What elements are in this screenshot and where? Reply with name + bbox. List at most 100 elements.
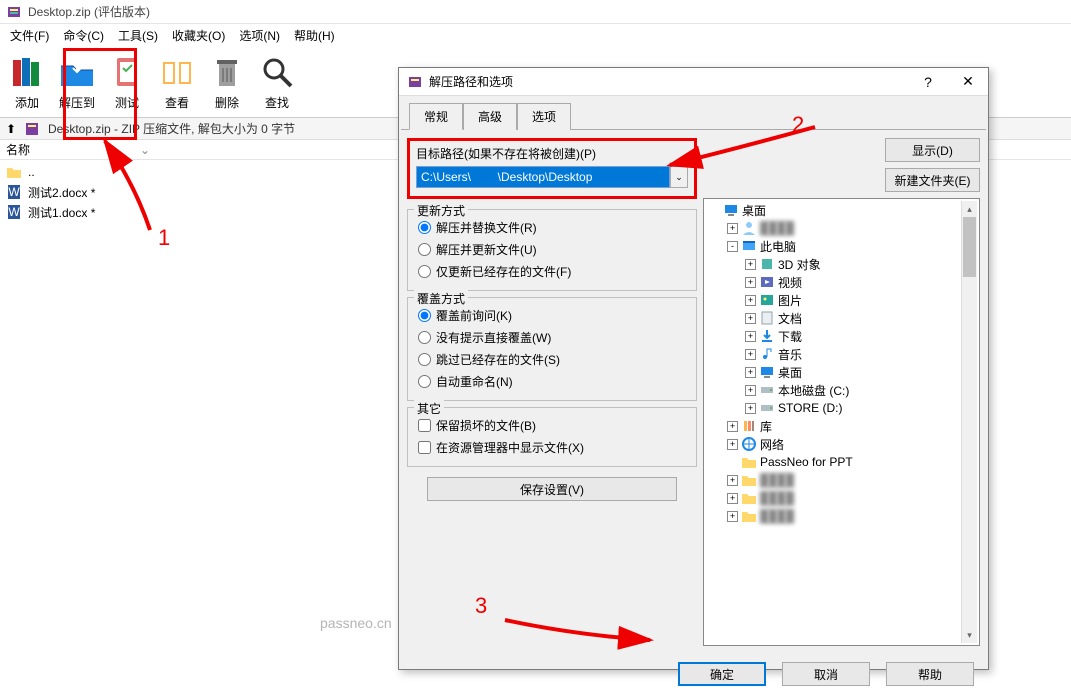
- expand-icon[interactable]: +: [745, 277, 756, 288]
- scrollbar[interactable]: ▴ ▾: [961, 201, 977, 643]
- help-icon[interactable]: ?: [908, 74, 948, 90]
- expand-icon[interactable]: -: [727, 241, 738, 252]
- clipboard-icon: [107, 52, 147, 92]
- video-icon: [759, 274, 775, 290]
- extract-to-button[interactable]: 解压到: [52, 47, 102, 117]
- user-icon: [741, 220, 757, 236]
- tree-item[interactable]: +████: [706, 471, 977, 489]
- tree-item-label: ████: [760, 509, 794, 523]
- check-keep-broken[interactable]: 保留损坏的文件(B): [418, 414, 686, 436]
- new-folder-button[interactable]: 新建文件夹(E): [885, 168, 980, 192]
- tab-general[interactable]: 常规: [409, 103, 463, 130]
- tab-options[interactable]: 选项: [517, 103, 571, 130]
- col-name[interactable]: 名称: [6, 141, 30, 158]
- ok-button[interactable]: 确定: [678, 662, 766, 686]
- search-icon: [257, 52, 297, 92]
- expand-icon[interactable]: +: [745, 385, 756, 396]
- tab-advanced[interactable]: 高级: [463, 103, 517, 130]
- tree-item[interactable]: +STORE (D:): [706, 399, 977, 417]
- tree-item[interactable]: +库: [706, 417, 977, 435]
- tree-item-label: 音乐: [778, 346, 802, 363]
- expand-icon[interactable]: +: [745, 349, 756, 360]
- expand-icon[interactable]: +: [727, 439, 738, 450]
- expand-icon[interactable]: +: [745, 259, 756, 270]
- expand-icon[interactable]: +: [745, 403, 756, 414]
- expand-icon[interactable]: +: [745, 295, 756, 306]
- trash-icon: [207, 52, 247, 92]
- tree-item-label: 下载: [778, 328, 802, 345]
- lib-icon: [741, 418, 757, 434]
- sort-indicator: ⌄: [140, 143, 150, 157]
- close-icon[interactable]: ✕: [948, 73, 988, 90]
- tree-item[interactable]: + 下载: [706, 327, 977, 345]
- path-dropdown[interactable]: ⌄: [670, 166, 688, 188]
- radio-overwrite-silent[interactable]: 没有提示直接覆盖(W): [418, 326, 686, 348]
- radio-extract-update[interactable]: 解压并更新文件(U): [418, 238, 686, 260]
- tree-item-label: PassNeo for PPT: [760, 455, 853, 469]
- tree-item-label: 本地磁盘 (C:): [778, 382, 849, 399]
- save-settings-button[interactable]: 保存设置(V): [427, 477, 677, 501]
- tree-item[interactable]: PassNeo for PPT: [706, 453, 977, 471]
- tree-item[interactable]: + 音乐: [706, 345, 977, 363]
- cancel-button[interactable]: 取消: [782, 662, 870, 686]
- expand-icon[interactable]: +: [727, 223, 738, 234]
- tree-item[interactable]: +视频: [706, 273, 977, 291]
- radio-auto-rename[interactable]: 自动重命名(N): [418, 370, 686, 392]
- menu-favorites[interactable]: 收藏夹(O): [166, 25, 231, 46]
- tree-item[interactable]: +3D 对象: [706, 255, 977, 273]
- winrar-icon: [6, 4, 22, 20]
- up-icon[interactable]: ⬆: [6, 122, 16, 136]
- dialog-footer: 确定 取消 帮助: [399, 654, 988, 694]
- delete-button[interactable]: 删除: [202, 47, 252, 117]
- tree-item[interactable]: +桌面: [706, 363, 977, 381]
- music-icon: [759, 346, 775, 362]
- find-button[interactable]: 查找: [252, 47, 302, 117]
- scroll-thumb[interactable]: [963, 217, 976, 277]
- doc-icon: [759, 310, 775, 326]
- view-button[interactable]: 查看: [152, 47, 202, 117]
- tree-item[interactable]: +文档: [706, 309, 977, 327]
- destination-path-input[interactable]: [416, 166, 670, 188]
- tree-item[interactable]: +图片: [706, 291, 977, 309]
- tree-item[interactable]: + ████: [706, 489, 977, 507]
- tree-item[interactable]: +████: [706, 219, 977, 237]
- archive-icon: [24, 121, 40, 137]
- expand-icon[interactable]: +: [745, 313, 756, 324]
- check-show-explorer[interactable]: 在资源管理器中显示文件(X): [418, 436, 686, 458]
- menu-command[interactable]: 命令(C): [57, 25, 110, 46]
- expand-icon[interactable]: +: [745, 331, 756, 342]
- expand-icon[interactable]: +: [727, 493, 738, 504]
- folder-extract-icon: [57, 52, 97, 92]
- tree-item-label: 库: [760, 418, 772, 435]
- expand-icon[interactable]: +: [745, 367, 756, 378]
- folder-tree[interactable]: 桌面+████-此电脑+3D 对象+视频+图片+文档+下载+音乐+桌面+本地磁盘…: [703, 198, 980, 646]
- tree-item-label: ████: [760, 491, 794, 505]
- window-title: Desktop.zip (评估版本): [28, 3, 150, 20]
- tree-item[interactable]: -此电脑: [706, 237, 977, 255]
- expand-icon[interactable]: +: [727, 475, 738, 486]
- desktop-icon: [759, 364, 775, 380]
- test-button[interactable]: 测试: [102, 47, 152, 117]
- svg-text:W: W: [8, 185, 20, 199]
- menu-tools[interactable]: 工具(S): [112, 25, 164, 46]
- radio-extract-replace[interactable]: 解压并替换文件(R): [418, 216, 686, 238]
- expand-icon[interactable]: +: [727, 421, 738, 432]
- menu-options[interactable]: 选项(N): [233, 25, 286, 46]
- menu-help[interactable]: 帮助(H): [288, 25, 341, 46]
- radio-freshen[interactable]: 仅更新已经存在的文件(F): [418, 260, 686, 282]
- help-button[interactable]: 帮助: [886, 662, 974, 686]
- display-button[interactable]: 显示(D): [885, 138, 980, 162]
- menu-file[interactable]: 文件(F): [4, 25, 55, 46]
- expand-icon[interactable]: +: [727, 511, 738, 522]
- tree-item[interactable]: + ████: [706, 507, 977, 525]
- tree-item[interactable]: 桌面: [706, 201, 977, 219]
- scroll-down-icon[interactable]: ▾: [962, 627, 977, 643]
- folder-icon: [741, 508, 757, 524]
- scroll-up-icon[interactable]: ▴: [962, 201, 977, 217]
- tree-item[interactable]: + 本地磁盘 (C:): [706, 381, 977, 399]
- add-button[interactable]: 添加: [2, 47, 52, 117]
- folder-up-icon: [6, 164, 22, 180]
- radio-skip-existing[interactable]: 跳过已经存在的文件(S): [418, 348, 686, 370]
- tree-item[interactable]: +网络: [706, 435, 977, 453]
- radio-ask-overwrite[interactable]: 覆盖前询问(K): [418, 304, 686, 326]
